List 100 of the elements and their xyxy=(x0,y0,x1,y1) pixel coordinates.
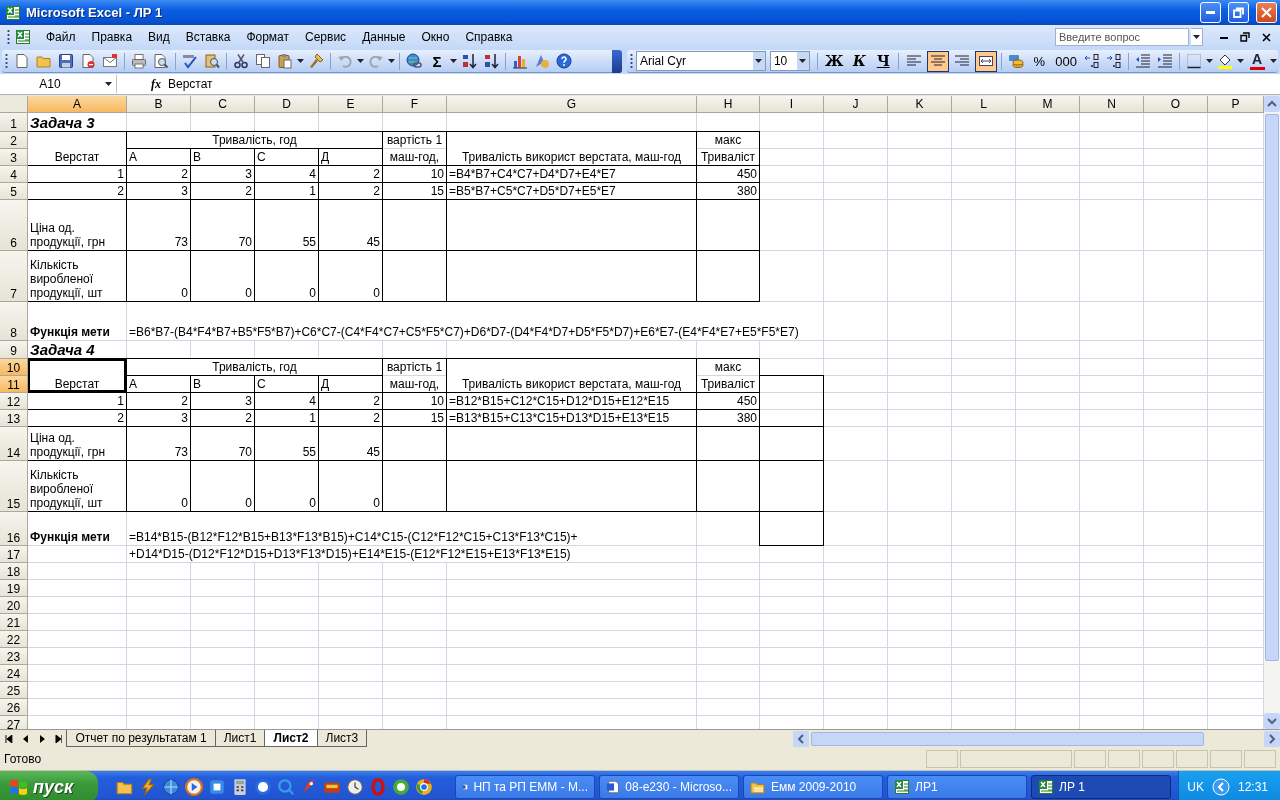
column-header[interactable]: O xyxy=(1144,96,1208,113)
chevron-icon[interactable] xyxy=(1211,778,1230,796)
menu-item[interactable]: Сервис xyxy=(298,28,354,46)
sort-descending-icon[interactable] xyxy=(483,53,499,69)
document-restricted-icon[interactable] xyxy=(80,53,96,69)
column-header[interactable]: E xyxy=(319,96,383,113)
previous-sheet-icon[interactable] xyxy=(22,735,29,743)
menu-item[interactable]: Файл xyxy=(39,28,83,46)
book-magnifier-icon[interactable] xyxy=(204,53,220,69)
column-header[interactable]: J xyxy=(824,96,888,113)
column-header[interactable]: N xyxy=(1080,96,1144,113)
caret-icon[interactable] xyxy=(1270,59,1277,63)
row-header[interactable]: 14 xyxy=(0,427,28,461)
caret-icon[interactable] xyxy=(388,59,395,63)
horizontal-scrollbar[interactable] xyxy=(793,731,1280,747)
circle-icon[interactable] xyxy=(392,778,410,796)
column-header[interactable]: G xyxy=(447,96,697,113)
name-box[interactable]: A10 xyxy=(0,75,117,93)
italic-button[interactable]: К xyxy=(848,50,871,72)
sheet-tab[interactable]: Лист3 xyxy=(316,730,368,747)
restore-icon[interactable] xyxy=(1240,32,1250,42)
taskbar-button[interactable]: ЛР1 xyxy=(887,775,1027,799)
font-dropdown[interactable]: Arial Cyr xyxy=(635,51,766,71)
scissors-icon[interactable] xyxy=(233,53,249,69)
column-header[interactable]: M xyxy=(1016,96,1080,113)
document-icon[interactable] xyxy=(14,53,30,69)
row-header[interactable]: 12 xyxy=(0,393,28,410)
last-sheet-icon[interactable] xyxy=(54,735,63,743)
menu-item[interactable]: Правка xyxy=(84,28,140,46)
row-header[interactable]: 6 xyxy=(0,200,28,251)
column-header[interactable]: A xyxy=(28,96,127,113)
scroll-thumb[interactable] xyxy=(1265,114,1279,661)
bar-chart-icon[interactable] xyxy=(512,53,528,69)
scroll-thumb[interactable] xyxy=(811,732,1204,746)
caret-icon[interactable] xyxy=(799,59,807,63)
caret-icon[interactable] xyxy=(755,59,763,63)
start-button[interactable]: пуск xyxy=(0,771,98,800)
print-preview-icon[interactable] xyxy=(153,53,169,69)
row-header[interactable]: 15 xyxy=(0,461,28,512)
menu-item[interactable]: Окно xyxy=(414,28,457,46)
font-color-button[interactable]: A xyxy=(1246,50,1268,72)
drawing-shapes-icon[interactable] xyxy=(534,53,550,69)
column-header[interactable]: K xyxy=(888,96,952,113)
play-icon[interactable] xyxy=(185,778,203,796)
clipboard-icon[interactable] xyxy=(277,53,293,69)
caret-icon[interactable] xyxy=(1193,35,1200,39)
row-header[interactable]: 18 xyxy=(0,563,28,580)
column-header[interactable]: H xyxy=(697,96,760,113)
row-header[interactable]: 19 xyxy=(0,580,28,597)
circle-icon[interactable] xyxy=(254,778,272,796)
caret-icon[interactable] xyxy=(297,59,304,63)
number-format-button[interactable]: 000 xyxy=(1052,50,1080,72)
minimize-button[interactable] xyxy=(1200,2,1221,23)
row-header[interactable]: 1 xyxy=(0,113,28,132)
increase-indent-icon[interactable] xyxy=(1157,53,1173,69)
column-header[interactable]: B xyxy=(127,96,191,113)
paintbrush-icon[interactable] xyxy=(308,53,324,69)
scroll-down-icon[interactable] xyxy=(1264,713,1280,729)
lightning-icon[interactable] xyxy=(139,778,157,796)
toolbar-grip[interactable] xyxy=(7,29,10,45)
insert-function-button[interactable]: fx xyxy=(151,76,161,92)
minimize-icon[interactable] xyxy=(1220,35,1228,39)
sheet-tab[interactable]: Лист1 xyxy=(214,730,266,747)
column-header[interactable]: D xyxy=(255,96,319,113)
row-header[interactable]: 2 xyxy=(0,132,28,149)
paint-bucket-icon[interactable] xyxy=(1217,53,1233,69)
app-icon[interactable] xyxy=(208,778,226,796)
spreadsheet-icon[interactable] xyxy=(15,29,31,45)
row-header[interactable]: 7 xyxy=(0,251,28,302)
printer-icon[interactable] xyxy=(131,53,147,69)
row-header[interactable]: 22 xyxy=(0,631,28,648)
row-header[interactable]: 20 xyxy=(0,597,28,614)
calculator-icon[interactable] xyxy=(231,778,249,796)
row-header[interactable]: 5 xyxy=(0,183,28,200)
caret-icon[interactable] xyxy=(1237,59,1244,63)
row-header[interactable]: 25 xyxy=(0,682,28,699)
taskbar-button[interactable]: ЛР 1 xyxy=(1031,775,1171,799)
scroll-left-icon[interactable] xyxy=(793,731,810,747)
clock-icon[interactable] xyxy=(346,778,364,796)
caret-icon[interactable] xyxy=(1206,59,1213,63)
sort-ascending-icon[interactable] xyxy=(461,53,477,69)
formula-input[interactable]: Верстат xyxy=(166,75,1280,93)
vertical-scrollbar[interactable] xyxy=(1264,96,1280,729)
column-header[interactable]: I xyxy=(760,96,824,113)
decrease-indent-icon[interactable] xyxy=(1135,53,1151,69)
toolbar-grip[interactable] xyxy=(629,53,633,69)
row-header[interactable]: 10 xyxy=(0,359,28,376)
column-header[interactable]: L xyxy=(952,96,1016,113)
autosum-button[interactable]: Σ xyxy=(426,50,448,72)
row-header[interactable]: 16 xyxy=(0,512,28,546)
row-header[interactable]: 17 xyxy=(0,546,28,563)
envelope-icon[interactable] xyxy=(102,53,118,69)
sheet-tab[interactable]: Отчет по результатам 1 xyxy=(66,730,216,747)
menu-item[interactable]: Данные xyxy=(355,28,413,46)
underline-button[interactable]: Ч xyxy=(872,50,895,72)
row-header[interactable]: 27 xyxy=(0,716,28,729)
taskbar-button[interactable]: 08-e230 - Microso... xyxy=(599,775,739,799)
row-header[interactable]: 8 xyxy=(0,302,28,341)
scroll-up-icon[interactable] xyxy=(1264,96,1280,112)
scroll-right-icon[interactable] xyxy=(1264,731,1280,747)
